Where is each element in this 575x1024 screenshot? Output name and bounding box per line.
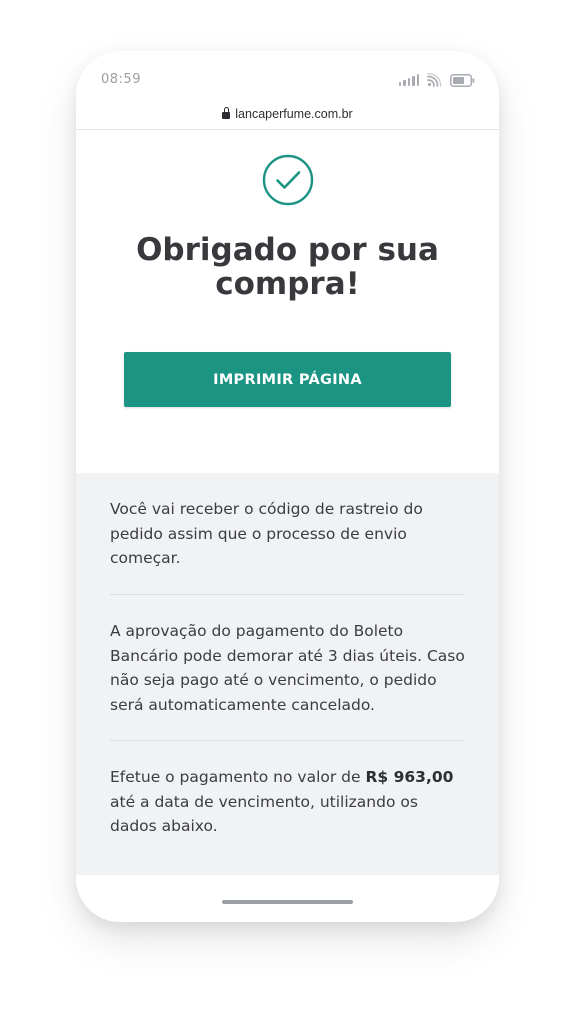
phone-frame: 08:59 lancaperfume.com.br Obrigado por s… [76, 51, 499, 922]
info-divider [110, 594, 465, 595]
payment-text-after: até a data de vencimento, utilizando os … [110, 792, 418, 836]
screenshot-stage: 08:59 lancaperfume.com.br Obrigado por s… [0, 0, 575, 1024]
lock-icon [222, 107, 231, 119]
url-text: lancaperfume.com.br [235, 107, 353, 121]
payment-text-before: Efetue o pagamento no valor de [110, 768, 366, 786]
info-divider [110, 740, 465, 741]
url-display: lancaperfume.com.br [222, 107, 353, 121]
status-bar: 08:59 [76, 51, 499, 105]
confirmation-section: Obrigado por sua compra! IMPRIMIR PÁGINA [76, 130, 499, 473]
tracking-info-text: Você vai receber o código de rastreio do… [110, 500, 423, 567]
order-info-section: Você vai receber o código de rastreio do… [76, 473, 499, 875]
thank-you-title: Obrigado por sua compra! [136, 232, 439, 302]
print-page-button[interactable]: IMPRIMIR PÁGINA [124, 352, 451, 407]
battery-icon [450, 73, 475, 87]
boleto-approval-text: A aprovação do pagamento do Boleto Bancá… [110, 622, 465, 714]
payment-amount: R$ 963,00 [365, 768, 454, 786]
payment-instruction-text: Efetue o pagamento no valor de R$ 963,00… [110, 765, 465, 839]
check-circle-icon [262, 154, 314, 206]
browser-url-bar[interactable]: lancaperfume.com.br [76, 105, 499, 130]
status-icons [398, 71, 476, 89]
bottom-bar [76, 875, 499, 922]
wifi-icon [427, 73, 442, 87]
status-time: 08:59 [101, 72, 141, 87]
signal-icon [398, 74, 419, 86]
home-indicator[interactable] [222, 900, 353, 904]
